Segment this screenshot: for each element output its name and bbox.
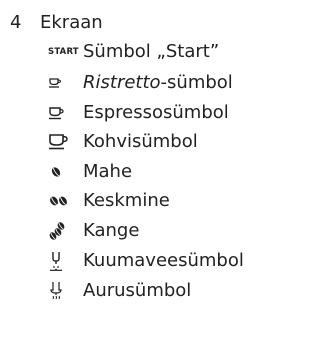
item-label: Sümbol „Start” <box>83 41 220 62</box>
list-item-strong: Kange <box>0 217 275 245</box>
list-item-ristretto: Ristretto-sümbol <box>0 69 275 97</box>
coffee-cup-icon <box>48 132 70 152</box>
item-label-rest: -sümbol <box>160 72 233 93</box>
item-label: Aurusümbol <box>83 280 192 301</box>
one-bean-icon <box>48 162 70 182</box>
start-icon-text: START <box>48 47 79 57</box>
espresso-cup-icon <box>48 103 70 123</box>
two-beans-icon <box>48 191 70 211</box>
three-beans-icon <box>48 221 70 241</box>
item-label: Keskmine <box>83 190 170 211</box>
list-item-hot-water: Kuumaveesümbol <box>0 247 275 275</box>
legend-list: 4 Ekraan START Sümbol „Start” Ristretto-… <box>0 0 275 346</box>
steam-icon <box>48 281 70 301</box>
list-item-medium: Keskmine <box>0 187 275 215</box>
list-item-espresso: Espressosümbol <box>0 99 275 127</box>
start-text-icon: START <box>48 42 79 62</box>
item-label: Ristretto-sümbol <box>83 69 233 97</box>
item-label: Mahe <box>83 161 133 182</box>
list-item-coffee: Kohvisümbol <box>0 128 275 156</box>
item-label: Espressosümbol <box>83 102 229 123</box>
list-item-start: START Sümbol „Start” <box>0 38 275 66</box>
item-label-italic: Ristretto <box>83 72 161 93</box>
hot-water-icon <box>48 251 70 271</box>
section-number: 4 <box>10 12 22 33</box>
list-item-mild: Mahe <box>0 158 275 186</box>
item-label: Kange <box>83 220 140 241</box>
list-item-steam: Aurusümbol <box>0 277 275 305</box>
ristretto-cup-icon <box>48 73 70 93</box>
section-title: Ekraan <box>40 12 103 33</box>
item-label: Kohvisümbol <box>83 131 198 152</box>
item-label: Kuumaveesümbol <box>83 250 244 271</box>
